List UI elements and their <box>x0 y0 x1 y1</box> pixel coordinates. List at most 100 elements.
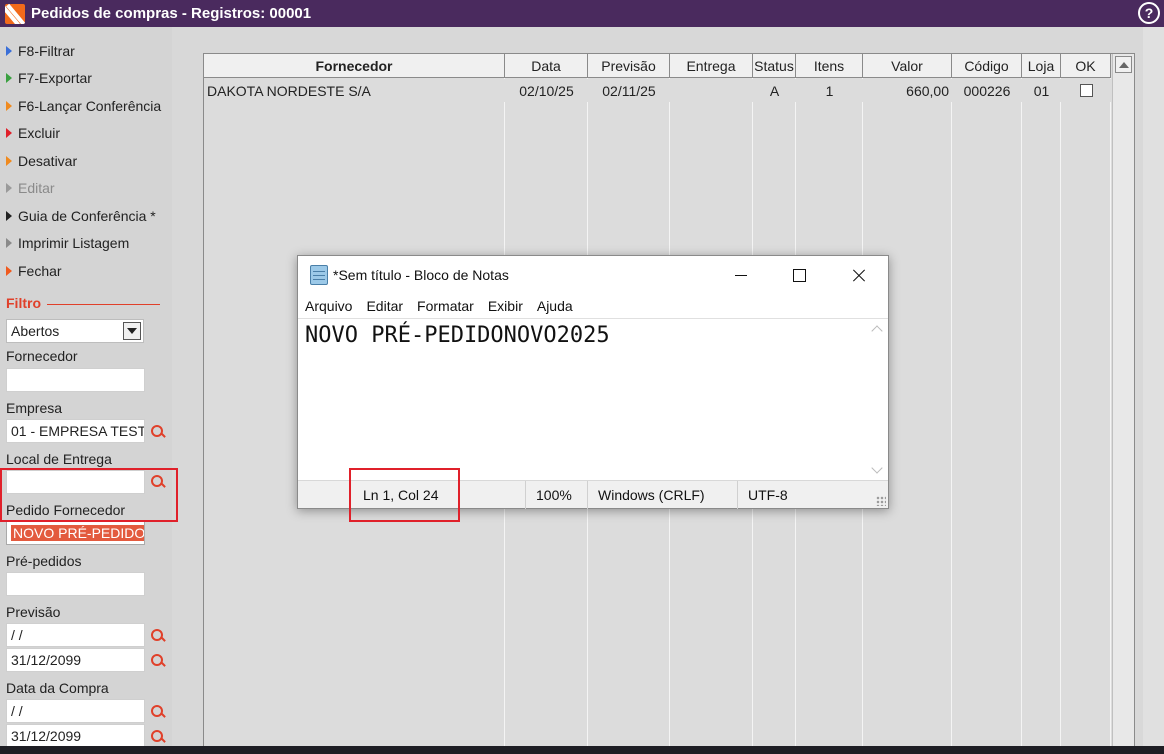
arrow-icon <box>6 238 12 249</box>
cell-codigo: 000226 <box>963 82 1011 99</box>
col-header-ok[interactable]: OK <box>1061 54 1111 78</box>
col-header-previsao[interactable]: Previsão <box>588 54 670 78</box>
app-title: Pedidos de compras - Registros: 00001 <box>31 5 312 22</box>
annotation-highlight-pedido <box>0 468 178 522</box>
notepad-icon <box>310 265 328 285</box>
action-menu: F8-Filtrar F7-Exportar F6-Lançar Conferê… <box>0 27 172 285</box>
close-icon[interactable] <box>830 256 888 294</box>
menu-item-fechar[interactable]: Fechar <box>0 257 172 285</box>
menu-item-lancar-conferencia[interactable]: F6-Lançar Conferência <box>0 92 172 120</box>
search-icon[interactable] <box>151 629 165 643</box>
fornecedor-label: Fornecedor <box>6 348 78 364</box>
chevron-down-icon[interactable] <box>123 322 141 340</box>
app-logo-icon <box>5 3 25 24</box>
arrow-icon <box>6 45 12 56</box>
empresa-input[interactable]: 01 - EMPRESA TESTE <box>6 419 145 443</box>
search-icon[interactable] <box>151 654 165 668</box>
menu-item-filtrar[interactable]: F8-Filtrar <box>0 37 172 65</box>
status-select[interactable]: Abertos <box>6 319 144 343</box>
data-compra-to-input[interactable]: 31/12/2099 <box>6 724 145 748</box>
search-icon[interactable] <box>151 425 165 439</box>
scroll-up-icon[interactable] <box>1115 56 1132 73</box>
chevron-down-icon[interactable] <box>871 462 883 474</box>
menu-ajuda[interactable]: Ajuda <box>537 298 573 314</box>
cell-loja: 01 <box>1033 82 1050 99</box>
cell-entrega <box>670 79 753 102</box>
cell-data: 02/10/25 <box>519 82 574 99</box>
col-header-status[interactable]: Status <box>753 54 796 78</box>
resize-grip-icon[interactable] <box>876 496 886 506</box>
annotation-highlight-position <box>349 468 460 522</box>
pre-pedidos-input[interactable] <box>6 572 145 596</box>
notepad-title: *Sem título - Bloco de Notas <box>333 267 509 283</box>
status-encoding: UTF-8 <box>737 480 877 509</box>
grid-scrollbar[interactable] <box>1112 54 1134 753</box>
menu-item-guia-conferencia[interactable]: Guia de Conferência * <box>0 202 172 230</box>
arrow-icon <box>6 100 12 111</box>
menu-editar[interactable]: Editar <box>366 298 403 314</box>
notepad-menubar: Arquivo Editar Formatar Exibir Ajuda <box>298 294 587 318</box>
data-compra-label: Data da Compra <box>6 680 109 696</box>
col-header-codigo[interactable]: Código <box>952 54 1022 78</box>
col-header-valor[interactable]: Valor <box>863 54 952 78</box>
notepad-text-area[interactable]: NOVO PRÉ-PEDIDONOVO2025 <box>298 318 888 480</box>
pre-pedidos-label: Pré-pedidos <box>6 553 82 569</box>
maximize-icon[interactable] <box>770 256 828 294</box>
cell-ok <box>1061 79 1111 102</box>
filter-section-title: Filtro <box>6 295 41 311</box>
menu-item-excluir[interactable]: Excluir <box>0 120 172 148</box>
menu-arquivo[interactable]: Arquivo <box>305 298 352 314</box>
app-title-bar: Pedidos de compras - Registros: 00001 ? <box>0 0 1164 27</box>
search-icon[interactable] <box>151 730 165 744</box>
sidebar: F8-Filtrar F7-Exportar F6-Lançar Conferê… <box>0 27 172 754</box>
right-panel-strip <box>1143 27 1164 754</box>
previsao-to-input[interactable]: 31/12/2099 <box>6 648 145 672</box>
menu-item-desativar[interactable]: Desativar <box>0 147 172 175</box>
notepad-scrollbar[interactable] <box>868 319 888 480</box>
minimize-icon[interactable] <box>712 256 770 294</box>
table-row[interactable]: DAKOTA NORDESTE S/A 02/10/25 02/11/25 A … <box>204 79 1111 102</box>
col-header-entrega[interactable]: Entrega <box>670 54 753 78</box>
arrow-icon <box>6 183 12 194</box>
notepad-content: NOVO PRÉ-PEDIDONOVO2025 <box>305 323 610 348</box>
arrow-icon <box>6 155 12 166</box>
chevron-up-icon[interactable] <box>871 325 883 337</box>
empresa-label: Empresa <box>6 400 63 416</box>
pedido-fornecedor-input[interactable]: NOVO PRÉ-PEDIDO <box>6 521 145 545</box>
menu-item-exportar[interactable]: F7-Exportar <box>0 65 172 93</box>
col-header-itens[interactable]: Itens <box>796 54 863 78</box>
cell-valor: 660,00 <box>906 82 949 99</box>
cell-fornecedor: DAKOTA NORDESTE S/A <box>207 82 371 99</box>
status-zoom: 100% <box>525 480 587 509</box>
grid-col-line <box>1060 78 1061 753</box>
data-compra-from-input[interactable]: / / <box>6 699 145 723</box>
notepad-title-bar[interactable]: *Sem título - Bloco de Notas <box>298 256 888 294</box>
arrow-icon <box>6 73 12 84</box>
menu-item-editar[interactable]: Editar <box>0 175 172 203</box>
col-header-fornecedor[interactable]: Fornecedor <box>204 54 505 78</box>
arrow-icon <box>6 128 12 139</box>
fornecedor-input[interactable] <box>6 368 145 392</box>
filter-divider <box>47 304 160 305</box>
grid-col-line <box>1110 78 1111 753</box>
col-header-data[interactable]: Data <box>505 54 588 78</box>
cell-itens: 1 <box>825 82 834 99</box>
grid-header: Fornecedor Data Previsão Entrega Status … <box>204 54 1111 78</box>
arrow-icon <box>6 265 12 276</box>
cell-previsao: 02/11/25 <box>602 82 656 99</box>
col-header-loja[interactable]: Loja <box>1022 54 1061 78</box>
menu-formatar[interactable]: Formatar <box>417 298 474 314</box>
previsao-from-input[interactable]: / / <box>6 623 145 647</box>
grid-col-line <box>951 78 952 753</box>
grid-col-line <box>1021 78 1022 753</box>
local-entrega-label: Local de Entrega <box>6 451 112 467</box>
menu-item-imprimir-listagem[interactable]: Imprimir Listagem <box>0 230 172 258</box>
help-icon[interactable]: ? <box>1138 2 1160 24</box>
status-spacer <box>298 481 350 509</box>
status-line-ending: Windows (CRLF) <box>587 480 737 509</box>
menu-exibir[interactable]: Exibir <box>488 298 523 314</box>
search-icon[interactable] <box>151 705 165 719</box>
ok-checkbox[interactable] <box>1079 84 1093 97</box>
taskbar-edge <box>0 746 1164 754</box>
cell-status: A <box>769 82 780 99</box>
